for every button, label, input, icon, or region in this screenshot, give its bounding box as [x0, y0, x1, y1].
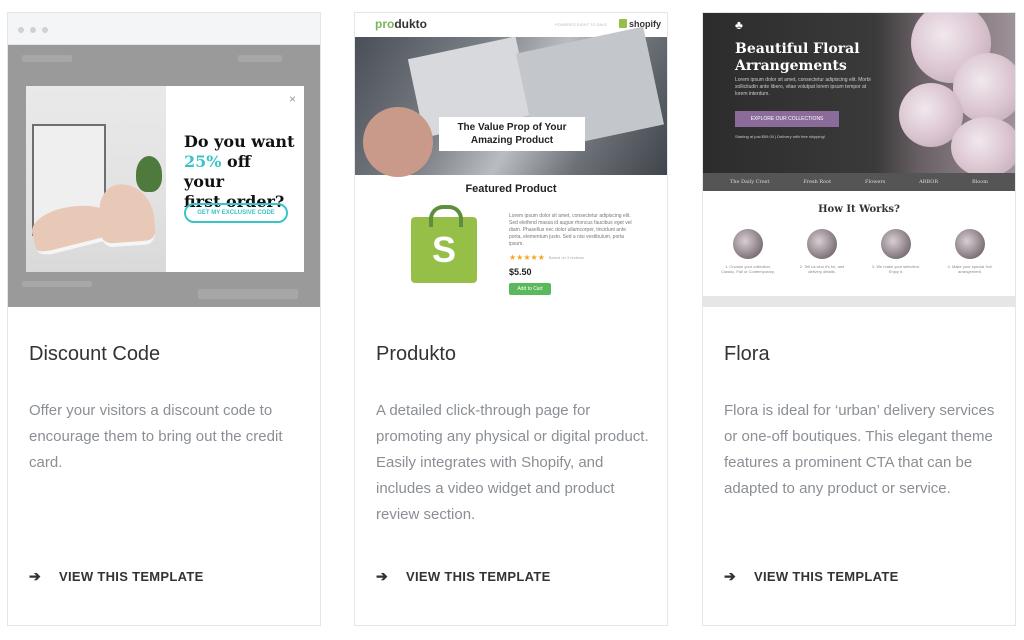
flora-hero: ♣ Beautiful Floral Arrangements Lorem ip…	[703, 13, 1015, 191]
get-code-button[interactable]: GET MY EXCLUSIVE CODE	[184, 203, 288, 223]
close-icon[interactable]: ×	[289, 92, 296, 106]
step-item: 1. Choose your collection. Classic, Fall…	[719, 229, 777, 274]
view-template-label: VIEW THIS TEMPLATE	[754, 569, 899, 584]
window-dot-icon	[42, 27, 48, 33]
shoes-photo	[26, 86, 166, 272]
arrow-right-icon: ➔	[29, 568, 42, 584]
window-dot-icon	[18, 27, 24, 33]
shipping-note: Starting at just $59.00 | Delivery with …	[735, 134, 825, 139]
step-item: 3. We make your selection. Enjoy it.	[867, 229, 925, 274]
card-title: Flora	[724, 343, 770, 365]
brand-logo: Fresh Root	[803, 179, 832, 185]
flora-logo-icon: ♣	[735, 18, 743, 32]
shopify-bag-icon: S	[411, 205, 477, 283]
template-card-flora[interactable]: ♣ Beautiful Floral Arrangements Lorem ip…	[702, 12, 1016, 626]
template-preview-image[interactable]: × Do you want 25% off your first order? …	[8, 13, 320, 307]
template-card-produkto[interactable]: produkto POWERED RIGHT TO SALE shopify T…	[354, 12, 668, 626]
star-rating: ★★★★★ Based on 3 reviews	[509, 253, 584, 262]
brand-logo: Bloom	[971, 179, 989, 185]
arrow-right-icon: ➔	[724, 568, 737, 584]
view-template-link[interactable]: ➔ VIEW THIS TEMPLATE	[724, 568, 899, 585]
step-item: 4. Make your special 'hot' arrangement.	[941, 229, 999, 274]
flower-thumb	[881, 229, 911, 259]
powered-by-text: POWERED RIGHT TO SALE	[555, 22, 608, 27]
template-card-discount-code[interactable]: × Do you want 25% off your first order? …	[7, 12, 321, 626]
template-preview-image[interactable]: produkto POWERED RIGHT TO SALE shopify T…	[355, 13, 667, 307]
shopify-bag-icon	[619, 19, 627, 28]
hand-shape	[363, 107, 433, 177]
how-it-works-steps: 1. Choose your collection. Classic, Fall…	[719, 229, 999, 274]
value-prop-box: The Value Prop of Your Amazing Product	[439, 117, 585, 151]
step-item: 2. Tell us who it's for, and delivery de…	[793, 229, 851, 274]
plant-icon	[136, 156, 162, 192]
produkto-logo: produkto	[375, 17, 428, 31]
flower-thumb	[955, 229, 985, 259]
flora-hero-subtitle: Lorem ipsum dolor sit amet, consectetur …	[735, 77, 871, 97]
card-title: Discount Code	[29, 343, 161, 365]
discount-popup-modal: × Do you want 25% off your first order? …	[26, 86, 304, 272]
featured-product-heading: Featured Product	[465, 183, 557, 195]
view-template-label: VIEW THIS TEMPLATE	[59, 569, 204, 584]
product-description: Lorem ipsum dolor sit amet, consectetur …	[509, 213, 632, 247]
card-title: Produkto	[376, 343, 457, 365]
window-dot-icon	[30, 27, 36, 33]
card-description: A detailed click-through page for promot…	[376, 402, 649, 523]
hero-magazine-photo: The Value Prop of Your Amazing Product	[355, 26, 667, 177]
arrow-right-icon: ➔	[376, 568, 389, 584]
brand-logo: The Daily Crest	[729, 179, 770, 185]
shoe-icon	[97, 182, 157, 248]
view-template-link[interactable]: ➔ VIEW THIS TEMPLATE	[29, 568, 204, 585]
popup-headline: Do you want 25% off your first order?	[184, 132, 295, 211]
flower-thumb	[807, 229, 837, 259]
brand-logo: ARBOR	[919, 179, 939, 185]
flora-hero-title: Beautiful Floral Arrangements	[735, 41, 860, 74]
how-it-works-heading: How It Works?	[818, 204, 900, 215]
brand-logo: Flowers	[865, 179, 886, 185]
view-template-label: VIEW THIS TEMPLATE	[406, 569, 551, 584]
view-template-link[interactable]: ➔ VIEW THIS TEMPLATE	[376, 568, 551, 585]
flower-thumb	[733, 229, 763, 259]
card-description: Offer your visitors a discount code to e…	[29, 402, 283, 471]
add-to-cart-button[interactable]: Add to Cart	[509, 283, 551, 295]
template-preview-image[interactable]: ♣ Beautiful Floral Arrangements Lorem ip…	[703, 13, 1015, 307]
flower-petal	[951, 117, 1015, 177]
browser-chrome	[8, 13, 320, 45]
product-price: $5.50	[509, 267, 532, 277]
explore-collections-button[interactable]: EXPLORE OUR COLLECTIONS	[735, 111, 839, 127]
brand-logos-strip: The Daily Crest Fresh Root Flowers ARBOR…	[703, 173, 1015, 191]
card-description: Flora is ideal for ‘urban’ delivery serv…	[724, 402, 995, 497]
preview-footer-bar	[703, 296, 1015, 307]
